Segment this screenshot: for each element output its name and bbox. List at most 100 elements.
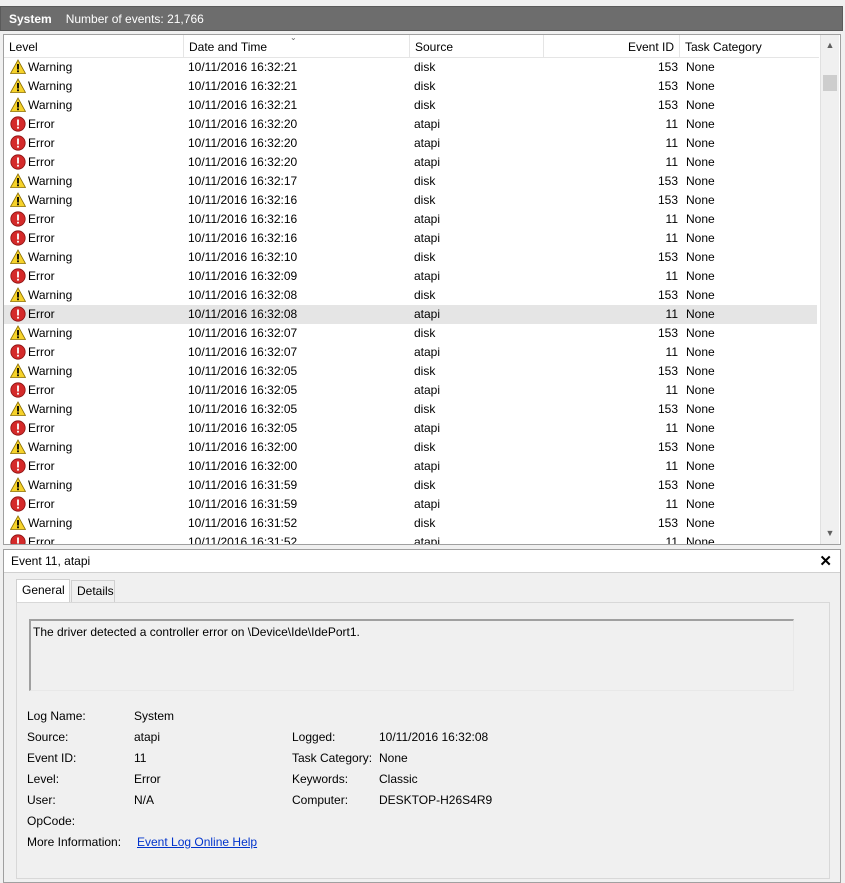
date-time-cell: 10/11/2016 16:32:21 (188, 79, 298, 93)
warning-icon (9, 192, 27, 208)
event-id-cell: 11 (665, 117, 678, 131)
task-category-cell: None (686, 212, 715, 226)
level-value: Error (134, 772, 161, 786)
level-cell: Warning (9, 286, 180, 305)
tab-general[interactable]: General (16, 579, 70, 602)
source-cell: disk (414, 440, 436, 454)
table-row[interactable]: Error 10/11/2016 16:31:52 atapi 11 None (4, 533, 817, 545)
column-date-time[interactable]: Date and Time (184, 35, 410, 57)
table-row[interactable]: Warning 10/11/2016 16:32:21 disk 153 None (4, 96, 817, 115)
level-text: Warning (28, 516, 73, 530)
error-icon (10, 154, 26, 170)
event-message[interactable]: The driver detected a controller error o… (29, 619, 794, 691)
more-info-label: More Information: (27, 835, 122, 849)
event-list[interactable]: Level Date and Time ⌄ Source Event ID Ta… (3, 34, 841, 545)
column-source[interactable]: Source (410, 35, 544, 57)
table-row[interactable]: Warning 10/11/2016 16:32:08 disk 153 None (4, 286, 817, 305)
warning-icon (9, 287, 27, 303)
source-cell: atapi (414, 535, 441, 545)
error-icon (10, 534, 26, 544)
warning-icon (9, 363, 27, 379)
table-row[interactable]: Error 10/11/2016 16:32:16 atapi 11 None (4, 229, 817, 248)
level-cell: Error (10, 343, 180, 362)
table-row[interactable]: Warning 10/11/2016 16:32:16 disk 153 None (4, 191, 817, 210)
table-row[interactable]: Error 10/11/2016 16:32:20 atapi 11 None (4, 153, 817, 172)
table-row[interactable]: Error 10/11/2016 16:32:07 atapi 11 None (4, 343, 817, 362)
level-cell: Warning (9, 476, 180, 495)
level-cell: Error (10, 153, 180, 172)
table-row[interactable]: Warning 10/11/2016 16:32:21 disk 153 None (4, 77, 817, 96)
table-row[interactable]: Warning 10/11/2016 16:32:21 disk 153 None (4, 58, 817, 77)
date-time-cell: 10/11/2016 16:32:08 (188, 288, 298, 302)
table-row[interactable]: Warning 10/11/2016 16:31:52 disk 153 None (4, 514, 817, 533)
level-text: Warning (28, 98, 73, 112)
level-text: Warning (28, 288, 73, 302)
event-id-cell: 11 (665, 459, 678, 473)
level-text: Error (28, 535, 55, 545)
table-row[interactable]: Warning 10/11/2016 16:32:17 disk 153 None (4, 172, 817, 191)
table-row[interactable]: Error 10/11/2016 16:32:09 atapi 11 None (4, 267, 817, 286)
scroll-thumb[interactable] (823, 75, 837, 91)
date-time-cell: 10/11/2016 16:32:05 (188, 383, 298, 397)
warning-icon (9, 78, 27, 94)
error-icon (10, 230, 26, 246)
warning-icon (9, 325, 27, 341)
source-cell: atapi (414, 497, 441, 511)
table-row[interactable]: Error 10/11/2016 16:31:59 atapi 11 None (4, 495, 817, 514)
source-cell: atapi (414, 345, 441, 359)
event-id-cell: 153 (657, 326, 678, 340)
table-row[interactable]: Error 10/11/2016 16:32:20 atapi 11 None (4, 134, 817, 153)
table-row[interactable]: Warning 10/11/2016 16:32:05 disk 153 None (4, 400, 817, 419)
scroll-down-icon[interactable]: ▼ (821, 525, 839, 542)
vertical-scrollbar[interactable]: ▲ ▼ (820, 35, 839, 544)
source-cell: atapi (414, 136, 441, 150)
table-row[interactable]: Error 10/11/2016 16:32:08 atapi 11 None (4, 305, 817, 324)
level-text: Warning (28, 174, 73, 188)
source-cell: atapi (414, 117, 441, 131)
level-cell: Error (10, 267, 180, 286)
task-category-cell: None (686, 79, 715, 93)
date-time-cell: 10/11/2016 16:32:05 (188, 421, 298, 435)
column-event-id[interactable]: Event ID (544, 35, 680, 57)
close-icon[interactable]: ✕ (819, 552, 832, 570)
table-row[interactable]: Error 10/11/2016 16:32:05 atapi 11 None (4, 381, 817, 400)
level-cell: Warning (9, 362, 180, 381)
log-name: System (9, 11, 52, 26)
date-time-cell: 10/11/2016 16:32:16 (188, 212, 298, 226)
event-id-cell: 153 (657, 478, 678, 492)
date-time-cell: 10/11/2016 16:32:10 (188, 250, 298, 264)
level-cell: Error (10, 115, 180, 134)
table-row[interactable]: Warning 10/11/2016 16:32:07 disk 153 None (4, 324, 817, 343)
event-id-cell: 153 (657, 60, 678, 74)
source-cell: disk (414, 402, 436, 416)
level-text: Error (28, 459, 55, 473)
table-row[interactable]: Warning 10/11/2016 16:32:00 disk 153 None (4, 438, 817, 457)
logged-label: Logged: (292, 730, 336, 744)
level-text: Error (28, 136, 55, 150)
log-title-bar: System Number of events: 21,766 (0, 6, 843, 31)
source-cell: atapi (414, 231, 441, 245)
warning-icon (9, 97, 27, 113)
source-cell: atapi (414, 383, 441, 397)
error-icon (10, 268, 26, 284)
task-category-cell: None (686, 459, 715, 473)
table-row[interactable]: Warning 10/11/2016 16:32:10 disk 153 None (4, 248, 817, 267)
tab-details[interactable]: Details (71, 580, 115, 602)
table-row[interactable]: Error 10/11/2016 16:32:05 atapi 11 None (4, 419, 817, 438)
event-log-help-link[interactable]: Event Log Online Help (137, 835, 257, 849)
table-row[interactable]: Warning 10/11/2016 16:32:05 disk 153 None (4, 362, 817, 381)
scroll-up-icon[interactable]: ▲ (821, 37, 839, 54)
level-text: Error (28, 383, 55, 397)
warning-icon (9, 173, 27, 189)
level-text: Error (28, 155, 55, 169)
table-row[interactable]: Error 10/11/2016 16:32:00 atapi 11 None (4, 457, 817, 476)
table-row[interactable]: Error 10/11/2016 16:32:20 atapi 11 None (4, 115, 817, 134)
table-row[interactable]: Error 10/11/2016 16:32:16 atapi 11 None (4, 210, 817, 229)
column-level[interactable]: Level (4, 35, 184, 57)
column-task-category[interactable]: Task Category (680, 35, 819, 57)
source-cell: atapi (414, 155, 441, 169)
keywords-value: Classic (379, 772, 418, 786)
date-time-cell: 10/11/2016 16:31:52 (188, 516, 298, 530)
source-cell: disk (414, 364, 436, 378)
table-row[interactable]: Warning 10/11/2016 16:31:59 disk 153 None (4, 476, 817, 495)
